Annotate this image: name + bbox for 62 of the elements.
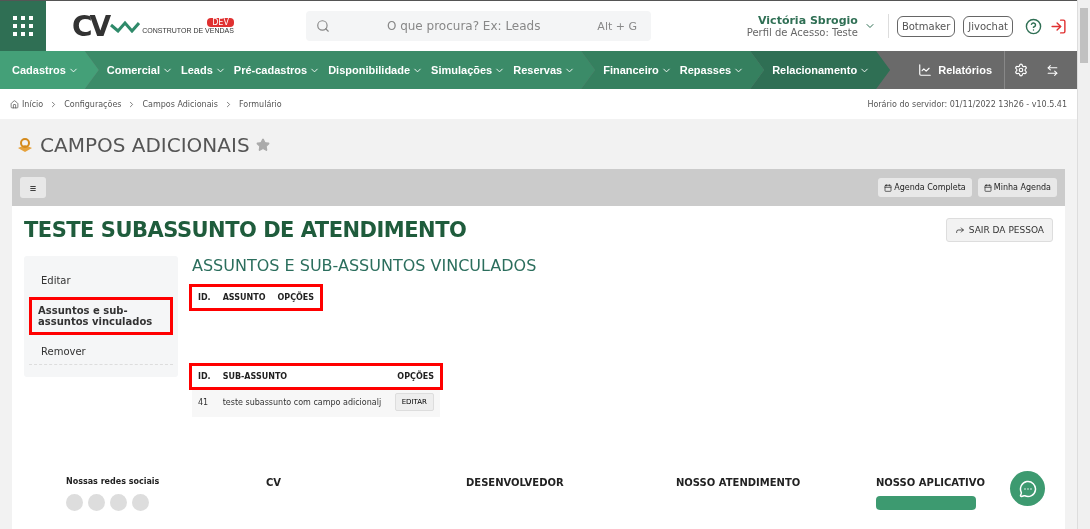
breadcrumb-link[interactable]: Configurações — [64, 99, 122, 109]
user-name: Victória Sbrogio — [757, 14, 858, 27]
shortcut-hint: Alt + G — [597, 19, 637, 33]
nav-item[interactable]: Relacionamento — [772, 64, 871, 76]
header-button[interactable]: Jivochat — [963, 15, 1013, 37]
footer-heading: Nossas redes sociais — [66, 477, 161, 486]
footer-heading: NOSSO ATENDIMENTO — [676, 477, 802, 488]
calendar-icon — [983, 183, 992, 192]
favorite-star-icon[interactable] — [255, 138, 270, 152]
exit-button[interactable]: SAIR DA PESSOA — [945, 218, 1053, 242]
breadcrumb-link[interactable]: Campos Adicionais — [142, 99, 218, 109]
nav-item[interactable]: Comercial — [106, 64, 173, 76]
nav-item[interactable]: Pré-cadastros — [233, 64, 321, 76]
server-time: Horário do servidor: 01/11/2022 13h26 - v10.5.41 — [867, 99, 1067, 109]
breadcrumb-link[interactable]: Formulário — [238, 99, 282, 109]
header-button[interactable]: Botmaker — [896, 15, 956, 37]
chat-bubble-icon — [1018, 479, 1037, 498]
side-menu-item[interactable]: Remover — [29, 339, 173, 365]
footer-heading: DESENVOLVEDOR — [466, 477, 565, 488]
nav-item[interactable]: Financeiro — [603, 64, 672, 76]
nav-item[interactable]: Repasses — [679, 64, 745, 76]
logo-letters: CV — [72, 9, 109, 43]
footer-heading: CV — [266, 477, 283, 488]
side-menu-item[interactable]: Editar — [29, 268, 173, 293]
breadcrumb-link[interactable]: Início — [10, 99, 44, 109]
column-header: ID. — [192, 287, 217, 308]
calendar-icon — [884, 183, 893, 192]
form-icon — [16, 136, 34, 154]
column-header: SUB-ASSUNTO — [216, 366, 389, 387]
nav-item[interactable]: Disponibilidade — [328, 64, 424, 76]
nav-item[interactable]: Leads — [181, 64, 226, 76]
logo-badge: DEV — [207, 18, 234, 27]
logout-icon[interactable] — [1050, 17, 1067, 35]
apps-menu-icon[interactable] — [0, 1, 46, 51]
social-icon[interactable] — [88, 494, 105, 511]
logo-wave-icon — [110, 19, 141, 33]
record-title: TESTE SUBASSUNTO DE ATENDIMENTO — [24, 218, 467, 242]
search-field[interactable]: O que procura? Ex: Leads — [340, 18, 588, 34]
section-title: ASSUNTOS E SUB-ASSUNTOS VINCULADOS — [192, 256, 537, 275]
footer-heading: NOSSO APLICATIVO — [876, 477, 986, 488]
user-profile: Perfil de Acesso: Teste — [746, 27, 858, 38]
social-icon[interactable] — [66, 494, 83, 511]
social-icon[interactable] — [110, 494, 127, 511]
nav-item[interactable]: Simulações — [431, 64, 506, 76]
social-icon[interactable] — [132, 494, 149, 511]
page-title: CAMPOS ADICIONAIS — [40, 133, 250, 157]
help-icon[interactable] — [1025, 17, 1042, 35]
column-header: OPÇÕES — [271, 287, 321, 308]
side-menu-item[interactable]: Assuntos e sub-assuntos vinculados — [29, 297, 173, 335]
forward-arrow-icon — [954, 225, 965, 235]
column-header: ID. — [192, 366, 217, 387]
search-icon — [316, 19, 330, 33]
menu-button[interactable]: ≡ — [20, 177, 46, 198]
agenda-button[interactable]: Minha Agenda — [977, 178, 1057, 197]
line-chart-icon — [918, 63, 933, 77]
column-header: ASSUNTO — [216, 287, 272, 308]
column-header: OPÇÕES — [388, 366, 440, 387]
home-icon — [10, 99, 19, 109]
agenda-button[interactable]: Agenda Completa — [878, 178, 972, 197]
settings-icon[interactable] — [1014, 63, 1028, 77]
nav-item[interactable]: Reservas — [513, 64, 576, 76]
swap-icon[interactable] — [1046, 63, 1059, 77]
